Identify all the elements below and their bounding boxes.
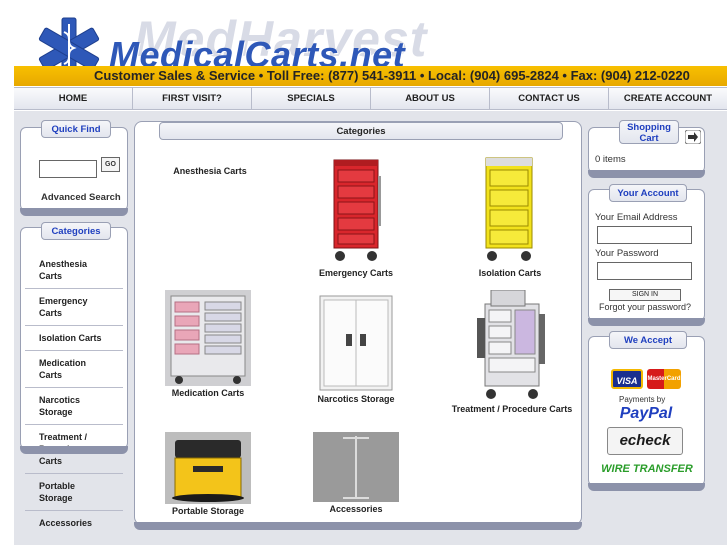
- shopping-cart-title[interactable]: Shopping Cart: [619, 120, 679, 144]
- we-accept-title: We Accept: [609, 331, 687, 349]
- box-bottom-bar: [20, 208, 128, 216]
- paypal-logo: PayPal: [619, 405, 673, 422]
- sidebar-item-narcotics[interactable]: Narcotics Storage: [25, 388, 123, 425]
- portable-storage-image: [165, 432, 251, 504]
- product-label: Emergency Carts: [318, 268, 394, 278]
- echeck-logo: echeck: [607, 427, 683, 455]
- product-label: Medication Carts: [171, 388, 245, 398]
- search-input[interactable]: [39, 160, 97, 178]
- nav-about-us[interactable]: ABOUT US: [371, 88, 490, 109]
- medication-cart-image: [165, 290, 251, 386]
- emergency-cart-image: [333, 159, 381, 261]
- quick-find-title: Quick Find: [41, 120, 111, 138]
- email-label: Your Email Address: [595, 212, 678, 223]
- product-label: Isolation Carts: [478, 268, 542, 278]
- product-anesthesia[interactable]: Anesthesia Carts: [165, 166, 255, 176]
- cart-items-count: 0 items: [595, 154, 626, 165]
- sidebar-item-emergency[interactable]: Emergency Carts: [25, 289, 123, 326]
- payment-methods-box: We Accept VISA MasterCard Payments by Pa…: [588, 331, 705, 491]
- contact-ticker: Customer Sales & Service • Toll Free: (8…: [14, 66, 727, 86]
- sidebar-item-medication[interactable]: Medication Carts: [25, 351, 123, 388]
- box-bottom-bar: [588, 170, 705, 178]
- product-narcotics[interactable]: Narcotics Storage: [311, 294, 401, 404]
- main-title: Categories: [159, 122, 563, 140]
- go-button[interactable]: GO: [101, 157, 120, 172]
- nav-contact-us[interactable]: CONTACT US: [490, 88, 609, 109]
- box-bottom-bar: [20, 446, 128, 454]
- nav-create-account[interactable]: CREATE ACCOUNT: [609, 88, 727, 109]
- quick-find-box: Quick Find GO Advanced Search: [20, 120, 128, 216]
- product-isolation[interactable]: Isolation Carts: [465, 154, 555, 278]
- product-accessories[interactable]: Accessories: [309, 432, 403, 514]
- page-frame: MedHarvest MedicalCarts.net Customer Sal…: [14, 8, 727, 545]
- paypal-caption: Payments by: [619, 395, 666, 404]
- treatment-cart-image: [477, 289, 545, 399]
- password-label: Your Password: [595, 248, 659, 259]
- categories-sidebar: Categories Anesthesia Carts Emergency Ca…: [20, 222, 128, 528]
- nav-home[interactable]: HOME: [14, 88, 133, 109]
- product-label: Narcotics Storage: [317, 394, 395, 404]
- shopping-cart-box: Shopping Cart 0 items: [588, 120, 705, 178]
- site-header: MedHarvest MedicalCarts.net Customer Sal…: [14, 8, 727, 86]
- product-portable[interactable]: Portable Storage: [163, 432, 253, 516]
- main-categories-panel: Categories Anesthesia Carts Emergency Ca…: [134, 121, 582, 530]
- product-label: Anesthesia Carts: [173, 166, 247, 176]
- content-area: Quick Find GO Advanced Search Categories…: [14, 111, 727, 545]
- categories-sidebar-title: Categories: [41, 222, 111, 240]
- account-title: Your Account: [609, 184, 687, 202]
- password-field[interactable]: [597, 262, 692, 280]
- product-label: Portable Storage: [171, 506, 245, 516]
- product-treatment[interactable]: Treatment / Procedure Carts: [447, 289, 577, 414]
- isolation-cart-image: [485, 157, 533, 261]
- nav-specials[interactable]: SPECIALS: [252, 88, 371, 109]
- product-medication[interactable]: Medication Carts: [163, 290, 253, 398]
- account-box: Your Account Your Email Address Your Pas…: [588, 184, 705, 326]
- email-field[interactable]: [597, 226, 692, 244]
- sidebar-item-anesthesia[interactable]: Anesthesia Carts: [25, 252, 123, 289]
- box-bottom-bar: [134, 522, 582, 530]
- wire-transfer-logo: WIRE TRANSFER: [601, 463, 693, 475]
- main-nav: HOME FIRST VISIT? SPECIALS ABOUT US CONT…: [14, 87, 727, 110]
- product-emergency[interactable]: Emergency Carts: [311, 156, 401, 278]
- nav-first-visit[interactable]: FIRST VISIT?: [133, 88, 252, 109]
- sidebar-item-portable[interactable]: Portable Storage: [25, 474, 123, 511]
- forgot-password-link[interactable]: Forgot your password?: [599, 302, 691, 312]
- mastercard-icon: MasterCard: [647, 369, 681, 389]
- box-bottom-bar: [588, 318, 705, 326]
- sidebar-item-accessories[interactable]: Accessories: [25, 511, 123, 535]
- arrow-right-icon[interactable]: [685, 130, 701, 144]
- category-list: Anesthesia Carts Emergency Carts Isolati…: [21, 252, 127, 535]
- accessories-image: [313, 432, 399, 502]
- advanced-search-link[interactable]: Advanced Search: [41, 192, 121, 203]
- product-label: Accessories: [329, 504, 383, 514]
- narcotics-storage-image: [319, 295, 393, 391]
- box-bottom-bar: [588, 483, 705, 491]
- visa-icon: VISA: [611, 369, 643, 389]
- sign-in-button[interactable]: SIGN IN: [609, 289, 681, 301]
- sidebar-item-isolation[interactable]: Isolation Carts: [25, 326, 123, 351]
- product-label: Treatment / Procedure Carts: [451, 404, 573, 414]
